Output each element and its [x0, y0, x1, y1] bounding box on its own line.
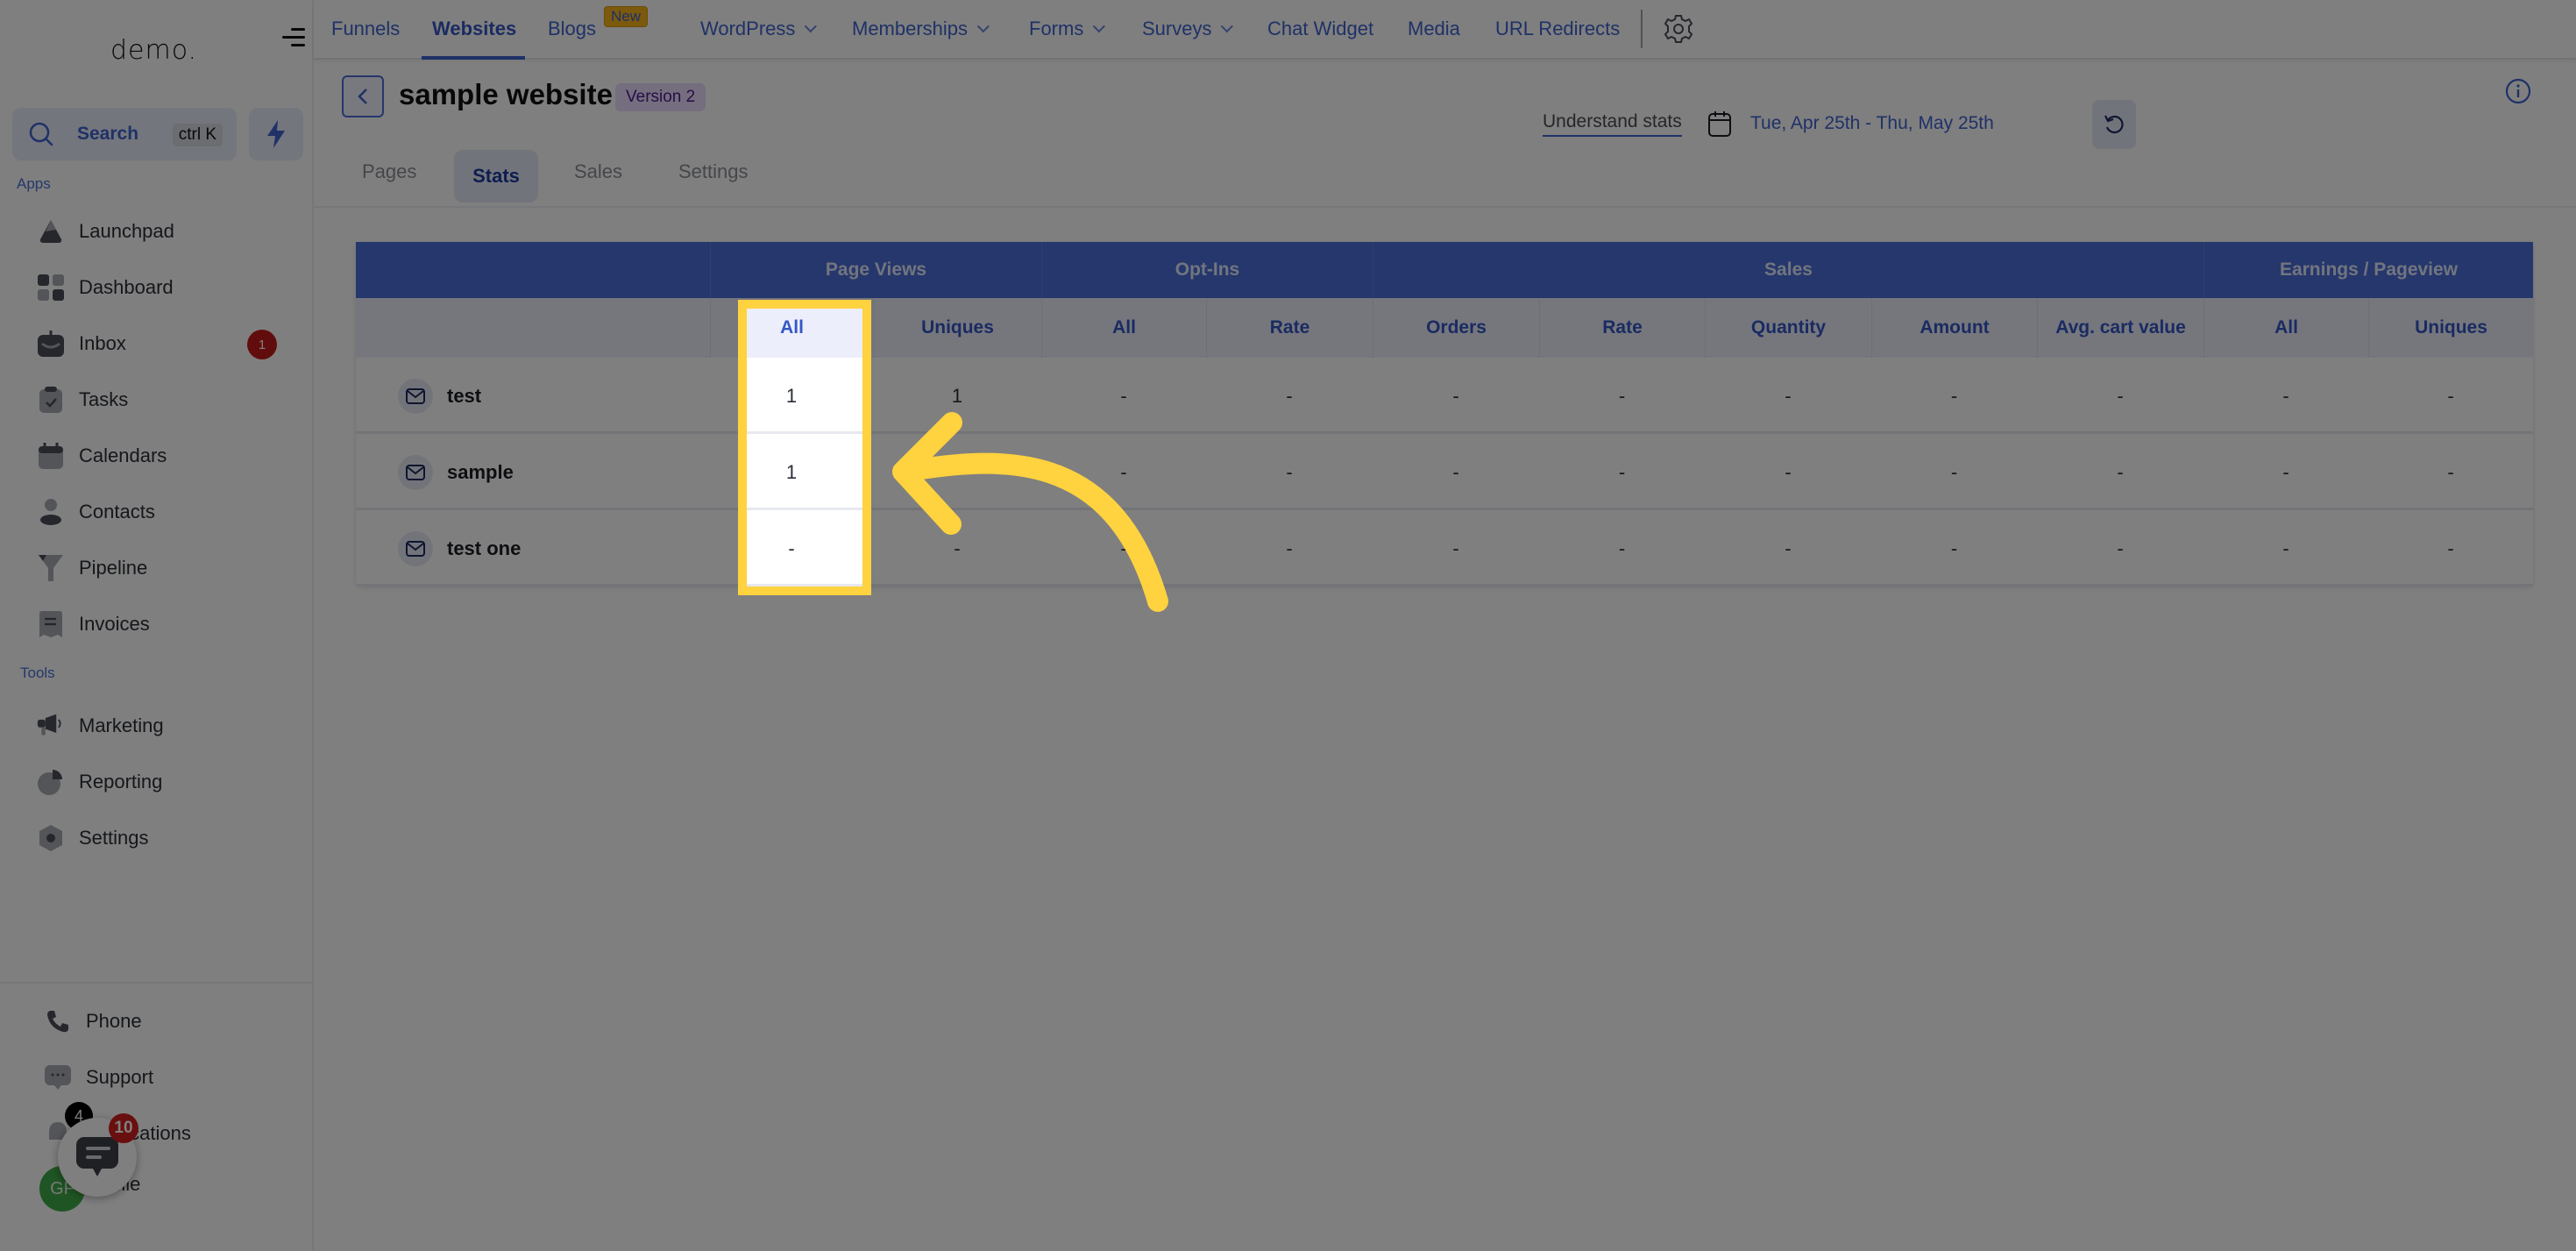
dim-overlay — [0, 309, 747, 586]
highlight-box — [738, 300, 871, 595]
dim-overlay — [0, 586, 2576, 1251]
dim-overlay — [862, 309, 2576, 586]
dim-overlay — [0, 0, 2576, 309]
